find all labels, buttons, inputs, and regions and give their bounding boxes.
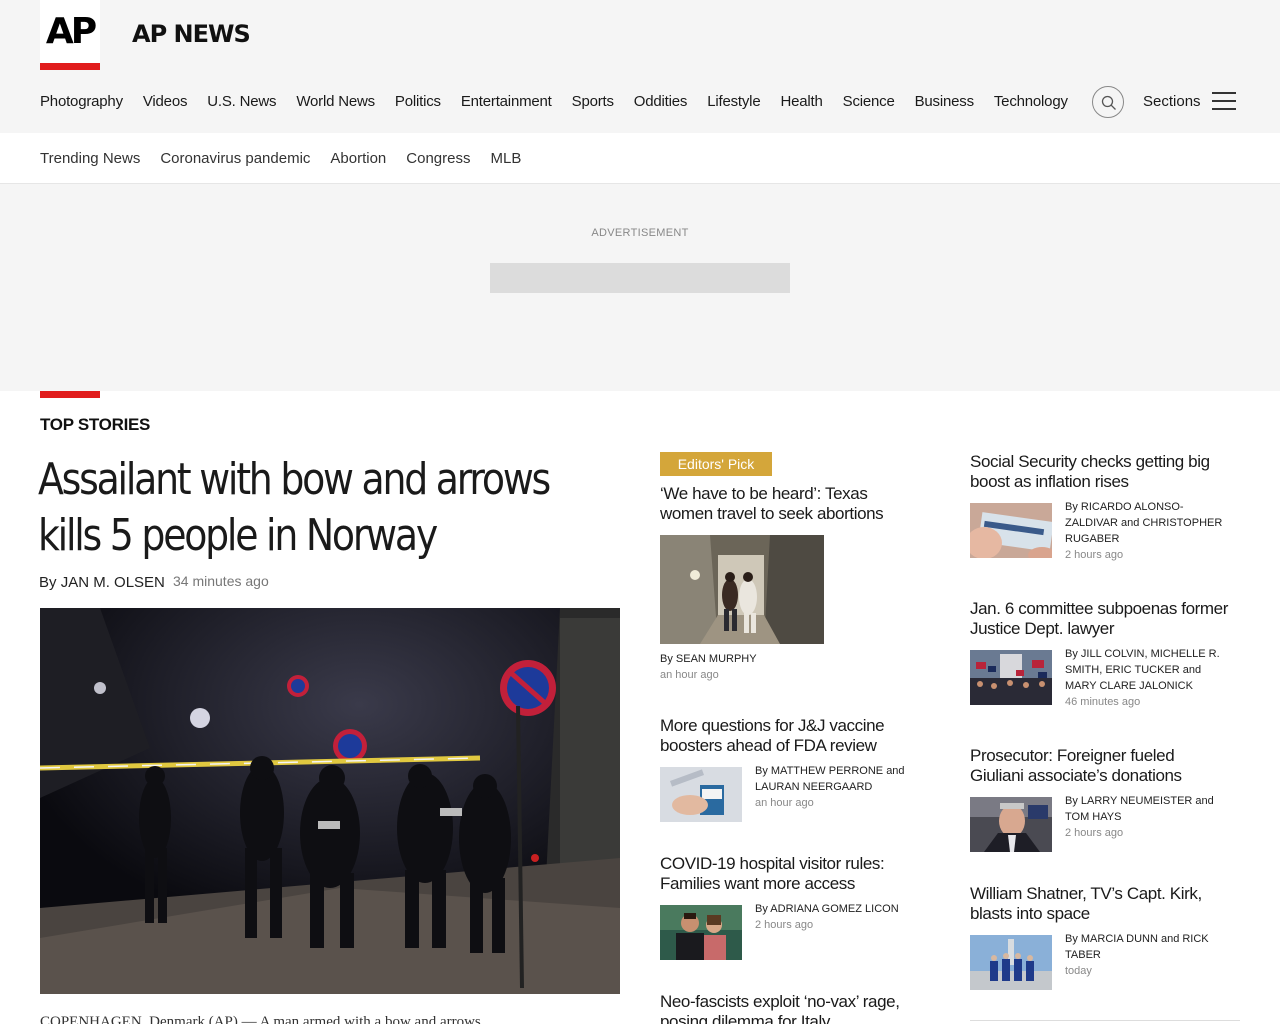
story-time-shatner: today: [1065, 965, 1092, 977]
editors-pick-byline[interactable]: By SEAN MURPHY: [660, 651, 757, 667]
right-column-divider: [970, 1020, 1240, 1021]
story-thumb-giuliani[interactable]: [970, 797, 1052, 852]
story-byline-covid-visitors[interactable]: By ADRIANA GOMEZ LICON: [755, 901, 915, 917]
nav-photography[interactable]: Photography: [40, 90, 123, 114]
nav-us-news[interactable]: U.S. News: [207, 90, 276, 114]
nav-entertainment[interactable]: Entertainment: [461, 90, 552, 114]
advertisement-area: ADVERTISEMENT: [0, 184, 1280, 391]
nav-videos[interactable]: Videos: [143, 90, 188, 114]
main-story-caption: COPENHAGEN, Denmark (AP) — A man armed w…: [40, 1014, 481, 1024]
nav-politics[interactable]: Politics: [395, 90, 441, 114]
story-title-jj-vaccine[interactable]: More questions for J&J vaccine boosters …: [660, 716, 910, 756]
nav-sports[interactable]: Sports: [572, 90, 614, 114]
editors-pick-badge: Editors' Pick: [660, 452, 772, 476]
nav-lifestyle[interactable]: Lifestyle: [707, 90, 760, 114]
ap-logo-text: AP: [45, 11, 97, 52]
trending-coronavirus-link[interactable]: Coronavirus pandemic: [160, 147, 310, 171]
main-byline: By JAN M. OLSEN: [39, 573, 165, 593]
nav-world-news[interactable]: World News: [296, 90, 375, 114]
search-icon: [1101, 95, 1116, 110]
story-thumb-jan6-committee[interactable]: [970, 650, 1052, 705]
site-header: AP AP NEWS Photography Videos U.S. News …: [0, 0, 1280, 133]
main-author[interactable]: JAN M. OLSEN: [61, 574, 165, 591]
logo-red-bar: [40, 63, 100, 70]
top-stories-red-bar: [40, 391, 100, 398]
nav-technology[interactable]: Technology: [994, 90, 1068, 114]
ad-label: ADVERTISEMENT: [591, 227, 689, 239]
search-button[interactable]: [1092, 86, 1124, 118]
story-title-jan6-committee[interactable]: Jan. 6 committee subpoenas former Justic…: [970, 599, 1230, 639]
story-time-jan6-committee: 46 minutes ago: [1065, 696, 1141, 708]
story-title-neo-fascists[interactable]: Neo-fascists exploit ‘no-vax’ rage, posi…: [660, 992, 910, 1024]
story-thumb-shatner[interactable]: [970, 935, 1052, 990]
main-timestamp: 34 minutes ago: [173, 573, 269, 589]
story-title-covid-visitors[interactable]: COVID-19 hospital visitor rules: Familie…: [660, 854, 910, 894]
story-byline-shatner[interactable]: By MARCIA DUNN and RICK TABER: [1065, 931, 1225, 963]
nav-business[interactable]: Business: [915, 90, 974, 114]
top-stories-heading: TOP STORIES: [40, 415, 151, 434]
story-thumb-social-security[interactable]: [970, 503, 1052, 558]
story-title-social-security[interactable]: Social Security checks getting big boost…: [970, 452, 1230, 492]
main-story-image[interactable]: [40, 608, 620, 994]
story-byline-jj-vaccine[interactable]: By MATTHEW PERRONE and LAURAN NEERGAARD: [755, 763, 915, 795]
main-nav: Photography Videos U.S. News World News …: [40, 90, 1088, 114]
story-time-covid-visitors: 2 hours ago: [755, 919, 814, 931]
sections-link[interactable]: Sections: [1143, 90, 1201, 114]
story-byline-giuliani[interactable]: By LARRY NEUMEISTER and TOM HAYS: [1065, 793, 1225, 825]
story-time-giuliani: 2 hours ago: [1065, 827, 1124, 839]
trending-congress-link[interactable]: Congress: [406, 147, 470, 171]
story-byline-jan6-committee[interactable]: By JILL COLVIN, MICHELLE R. SMITH, ERIC …: [1065, 646, 1225, 694]
story-title-giuliani[interactable]: Prosecutor: Foreigner fueled Giuliani as…: [970, 746, 1230, 786]
trending-mlb-link[interactable]: MLB: [490, 147, 521, 171]
ap-logo[interactable]: AP: [40, 0, 100, 70]
nav-science[interactable]: Science: [843, 90, 895, 114]
trending-abortion-link[interactable]: Abortion: [330, 147, 386, 171]
hamburger-icon[interactable]: [1212, 92, 1236, 112]
nav-health[interactable]: Health: [780, 90, 822, 114]
trending-bar: Trending News Coronavirus pandemic Abort…: [40, 147, 541, 171]
story-thumb-covid-visitors[interactable]: [660, 905, 742, 960]
story-time-jj-vaccine: an hour ago: [755, 797, 814, 809]
ad-placeholder[interactable]: [490, 263, 790, 293]
story-title-shatner[interactable]: William Shatner, TV’s Capt. Kirk, blasts…: [970, 884, 1230, 924]
brand-name[interactable]: AP NEWS: [132, 18, 251, 50]
story-time-social-security: 2 hours ago: [1065, 549, 1124, 561]
editors-pick-title[interactable]: ‘We have to be heard’: Texas women trave…: [660, 484, 910, 524]
editors-pick-time: an hour ago: [660, 669, 719, 681]
trending-news-link[interactable]: Trending News: [40, 147, 140, 171]
story-thumb-jj-vaccine[interactable]: [660, 767, 742, 822]
nav-oddities[interactable]: Oddities: [634, 90, 688, 114]
editors-pick-image[interactable]: [660, 535, 824, 644]
story-byline-social-security[interactable]: By RICARDO ALONSO-ZALDIVAR and CHRISTOPH…: [1065, 499, 1225, 547]
byline-prefix: By: [39, 574, 57, 591]
main-headline[interactable]: Assailant with bow and arrows kills 5 pe…: [38, 452, 554, 564]
